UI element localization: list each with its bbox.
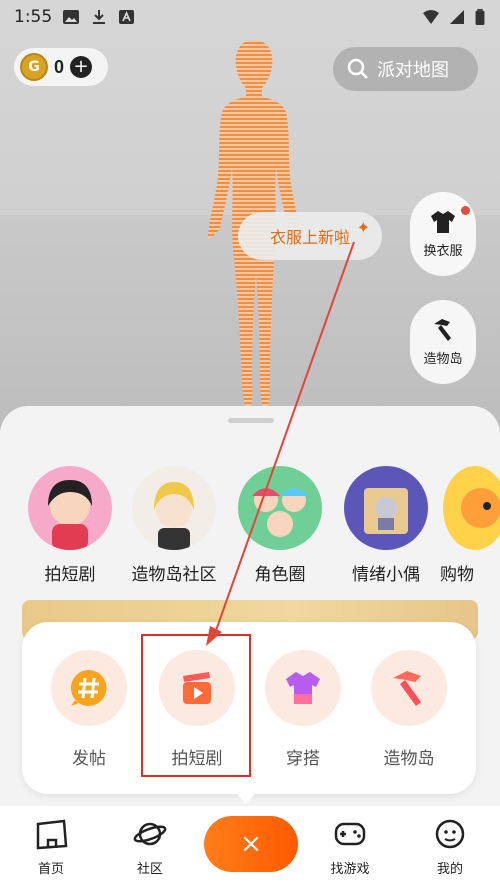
add-coins-label: + bbox=[73, 56, 89, 77]
category-shopping[interactable]: 购物 bbox=[440, 466, 500, 585]
bottom-nav: 首页 社区 × 找游戏 我的 bbox=[0, 806, 500, 889]
home-icon bbox=[36, 819, 68, 850]
nav-profile[interactable]: 我的 bbox=[415, 818, 485, 877]
hammer-icon bbox=[393, 671, 421, 706]
image-icon bbox=[63, 10, 80, 24]
mascot-icon bbox=[461, 488, 500, 528]
nav-find-games-label: 找游戏 bbox=[330, 862, 370, 877]
party-map-search[interactable]: 派对地图 bbox=[333, 47, 478, 91]
nav-home-label: 首页 bbox=[37, 862, 64, 877]
emotion-doll-avatar bbox=[344, 466, 428, 550]
community-avatar bbox=[132, 466, 216, 550]
post-button[interactable]: 发帖 bbox=[44, 650, 134, 769]
nav-find-games[interactable]: 找游戏 bbox=[315, 818, 385, 877]
status-bar: 1:55 bbox=[0, 0, 500, 34]
nav-home[interactable]: 首页 bbox=[16, 818, 86, 877]
tshirt-icon bbox=[286, 672, 320, 704]
creation-island-label: 造物岛 bbox=[383, 749, 435, 769]
text-app-icon bbox=[119, 10, 135, 24]
search-icon bbox=[347, 58, 368, 79]
category-label: 角色圈 bbox=[254, 565, 306, 585]
party-map-label: 派对地图 bbox=[377, 60, 449, 81]
nav-profile-label: 我的 bbox=[436, 862, 463, 877]
status-time: 1:55 bbox=[14, 7, 53, 27]
highlight-box bbox=[141, 634, 251, 777]
character-illustration-icon bbox=[154, 482, 194, 550]
new-clothes-text: 衣服上新啦 bbox=[269, 228, 350, 247]
notification-dot bbox=[461, 206, 470, 215]
short-drama-avatar bbox=[28, 466, 112, 550]
outfit-icon-circle bbox=[265, 650, 341, 726]
girl-illustration-icon bbox=[48, 480, 92, 550]
nav-community[interactable]: 社区 bbox=[115, 818, 185, 877]
gamepad-icon bbox=[334, 822, 366, 846]
creation-island-side-label: 造物岛 bbox=[423, 351, 463, 367]
group-illustration-icon bbox=[252, 488, 308, 537]
creation-island-icon-circle bbox=[371, 650, 447, 726]
add-coins-button[interactable]: + bbox=[70, 56, 93, 78]
category-label: 造物岛社区 bbox=[131, 565, 217, 585]
coin-balance[interactable]: G 0 + bbox=[14, 48, 108, 86]
profile-icon bbox=[435, 819, 465, 849]
category-short-drama[interactable]: 拍短剧 bbox=[18, 466, 122, 585]
sparkle-icon: ✦ bbox=[356, 218, 370, 237]
wifi-icon bbox=[423, 10, 439, 24]
category-emotion-doll[interactable]: 情绪小偶 bbox=[334, 466, 438, 585]
creation-island-side-button[interactable]: 造物岛 bbox=[410, 300, 476, 384]
popup-tail bbox=[232, 788, 260, 804]
category-label: 拍短剧 bbox=[44, 565, 96, 585]
download-icon bbox=[93, 10, 106, 24]
outfit-label: 穿搭 bbox=[286, 749, 320, 769]
category-character-circle[interactable]: 角色圈 bbox=[228, 466, 332, 585]
blind-box-icon bbox=[364, 488, 408, 534]
coin-icon: G bbox=[20, 53, 48, 81]
category-creation-island-community[interactable]: 造物岛社区 bbox=[122, 466, 226, 585]
new-clothes-bubble[interactable]: 衣服上新啦 ✦ bbox=[238, 212, 382, 260]
change-outfit-label: 换衣服 bbox=[423, 243, 463, 259]
planet-icon bbox=[133, 822, 167, 846]
battery-icon bbox=[475, 9, 485, 25]
post-label: 发帖 bbox=[72, 749, 106, 769]
category-label: 购物 bbox=[440, 565, 474, 585]
signal-icon bbox=[450, 10, 464, 24]
change-outfit-button[interactable]: 换衣服 bbox=[410, 192, 476, 276]
hashtag-chat-icon bbox=[70, 669, 107, 706]
category-label: 情绪小偶 bbox=[352, 565, 420, 585]
sheet-handle[interactable] bbox=[228, 418, 274, 423]
shopping-avatar bbox=[443, 466, 500, 550]
creation-island-button[interactable]: 造物岛 bbox=[364, 650, 454, 769]
coin-count: 0 bbox=[54, 56, 65, 77]
character-circle-avatar bbox=[238, 466, 322, 550]
close-create-button[interactable]: × bbox=[204, 816, 298, 872]
hammer-icon bbox=[434, 318, 451, 341]
nav-community-label: 社区 bbox=[136, 862, 163, 877]
outfit-button[interactable]: 穿搭 bbox=[258, 650, 348, 769]
tshirt-icon bbox=[431, 210, 455, 233]
category-row: 拍短剧 造物岛社区 角色圈 情绪小偶 购物 bbox=[0, 466, 500, 586]
close-icon: × bbox=[240, 829, 262, 859]
post-icon-circle bbox=[51, 650, 127, 726]
